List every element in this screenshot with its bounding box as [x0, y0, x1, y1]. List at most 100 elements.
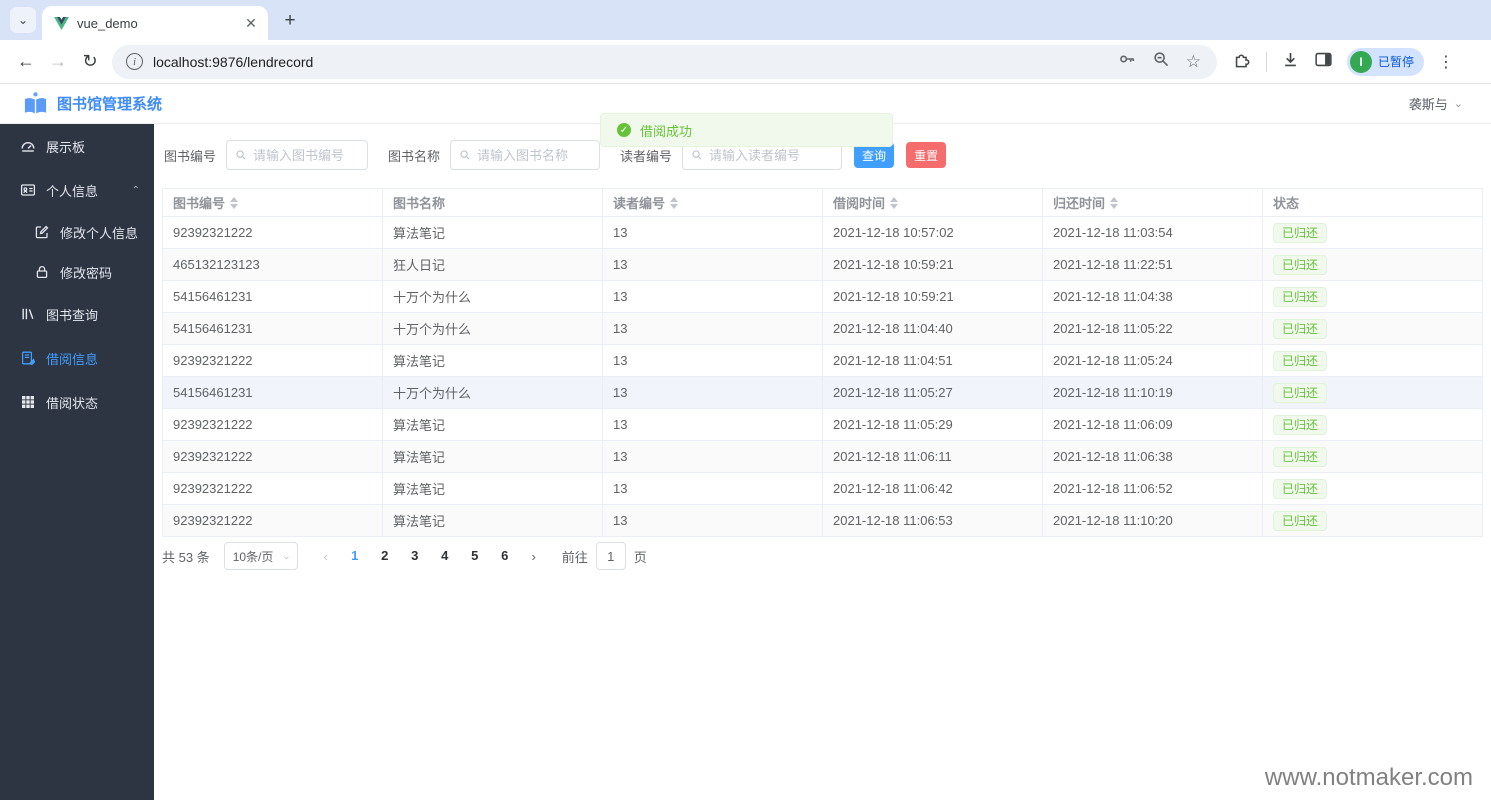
chevron-down-icon: ⌄ [1453, 98, 1463, 110]
total-count: 共 53 条 [162, 549, 210, 565]
tab-title: vue_demo [77, 15, 138, 31]
table-row: 54156461231 十万个为什么 13 2021-12-18 11:05:27 20… [163, 377, 1482, 409]
cell-book-id: 92392321222 [163, 505, 383, 536]
cell-status: 已归还 [1263, 473, 1482, 504]
cell-return-time: 2021-12-18 11:04:38 [1043, 281, 1263, 312]
sidebar-item-dashboard[interactable]: 展示板 [0, 124, 154, 168]
table-row: 54156461231 十万个为什么 13 2021-12-18 11:04:40 20… [163, 313, 1482, 345]
browser-tab[interactable]: vue_demo ✕ [42, 6, 268, 40]
cell-reader-id: 13 [603, 345, 823, 376]
success-toast: ✓ 借阅成功 [600, 113, 893, 147]
cell-status: 已归还 [1263, 313, 1482, 344]
cell-reader-id: 13 [603, 249, 823, 280]
book-id-label: 图书编号 [164, 148, 217, 164]
cell-reader-id: 13 [603, 473, 823, 504]
column-header[interactable]: 读者编号 [603, 189, 823, 216]
forward-icon[interactable]: → [42, 46, 74, 78]
tab-search-chevron-icon[interactable]: ⌄ [10, 7, 36, 33]
sidebar-item-lend-info[interactable]: 借阅信息 [0, 336, 154, 380]
cell-book-id: 92392321222 [163, 345, 383, 376]
page-number-5[interactable]: 5 [461, 542, 489, 570]
page-number-2[interactable]: 2 [371, 542, 399, 570]
column-header-label: 状态 [1273, 196, 1300, 211]
cell-lend-time: 2021-12-18 11:04:51 [823, 345, 1043, 376]
sidebar-item-lend-status[interactable]: 借阅状态 [0, 380, 154, 424]
page-size-select[interactable]: 10条/页 ⌄ [223, 542, 298, 570]
sort-carets-icon[interactable] [670, 196, 679, 209]
new-tab-button[interactable]: + [276, 7, 304, 35]
column-header[interactable]: 图书编号 [163, 189, 383, 216]
page-number-6[interactable]: 6 [491, 542, 519, 570]
table-row: 92392321222 算法笔记 13 2021-12-18 11:06:53 2021… [163, 505, 1482, 537]
column-header[interactable]: 借阅时间 [823, 189, 1043, 216]
status-badge: 已归还 [1273, 446, 1328, 467]
cell-book-name: 算法笔记 [383, 217, 603, 248]
table-row: 92392321222 算法笔记 13 2021-12-18 11:05:29 2021… [163, 409, 1482, 441]
status-badge: 已归还 [1273, 382, 1328, 403]
goto-page-input[interactable] [595, 542, 626, 570]
profile-chip[interactable]: I 已暂停 [1347, 47, 1425, 76]
sidebar-item-label: 修改个人信息 [60, 225, 139, 241]
next-page-icon[interactable]: › [520, 542, 548, 570]
cell-book-name: 十万个为什么 [383, 377, 603, 408]
cell-book-name: 十万个为什么 [383, 313, 603, 344]
browser-menu-kebab-icon[interactable]: ⋮ [1438, 52, 1454, 72]
table-body: 92392321222 算法笔记 13 2021-12-18 10:57:02 2021… [163, 217, 1482, 537]
status-badge: 已归还 [1273, 222, 1328, 243]
sort-carets-icon[interactable] [230, 196, 239, 209]
cell-book-name: 算法笔记 [383, 505, 603, 536]
cell-book-id: 54156461231 [163, 377, 383, 408]
book-id-input[interactable] [253, 147, 368, 163]
zoom-icon[interactable] [1152, 50, 1170, 73]
book-id-field[interactable] [226, 140, 369, 170]
password-key-icon[interactable] [1118, 50, 1136, 73]
sidebar: 展示板 个人信息 ⌃ 修改个人信息 修改密码 图书查询 借阅信息 借阅状态 [0, 124, 154, 800]
page-number-1[interactable]: 1 [341, 542, 369, 570]
reader-id-label: 读者编号 [620, 148, 673, 164]
reset-button[interactable]: 重置 [906, 142, 947, 168]
back-icon[interactable]: ← [10, 46, 42, 78]
status-badge: 已归还 [1273, 286, 1328, 307]
prev-page-icon[interactable]: ‹ [312, 542, 340, 570]
books-icon [20, 306, 36, 322]
downloads-icon[interactable] [1281, 50, 1300, 74]
column-header[interactable]: 归还时间 [1043, 189, 1263, 216]
cell-reader-id: 13 [603, 409, 823, 440]
url-text[interactable]: localhost:9876/lendrecord [153, 54, 1118, 70]
sort-carets-icon[interactable] [890, 196, 899, 209]
sidebar-item-edit-profile[interactable]: 修改个人信息 [0, 212, 154, 252]
book-name-field[interactable] [450, 140, 601, 170]
sidebar-item-label: 借阅状态 [46, 395, 99, 411]
sort-carets-icon[interactable] [1110, 196, 1119, 209]
url-bar[interactable]: i localhost:9876/lendrecord ☆ [112, 44, 1217, 79]
user-menu[interactable]: 袭斯与 ⌄ [1409, 94, 1463, 113]
site-info-icon[interactable]: i [126, 53, 143, 70]
reload-icon[interactable]: ↻ [74, 46, 106, 78]
browser-toolbar: ← → ↻ i localhost:9876/lendrecord ☆ I 已暂… [0, 40, 1491, 84]
cell-reader-id: 13 [603, 217, 823, 248]
sidebar-item-book-search[interactable]: 图书查询 [0, 292, 154, 336]
cell-status: 已归还 [1263, 345, 1482, 376]
side-panel-icon[interactable] [1314, 50, 1333, 74]
cell-return-time: 2021-12-18 11:10:19 [1043, 377, 1263, 408]
cell-return-time: 2021-12-18 11:03:54 [1043, 217, 1263, 248]
cell-book-name: 算法笔记 [383, 473, 603, 504]
reader-id-input[interactable] [709, 147, 842, 163]
username: 袭斯与 [1408, 97, 1448, 112]
main-content: 图书编号 图书名称 读者编号 查询 重置 [154, 124, 1491, 800]
page-number-3[interactable]: 3 [401, 542, 429, 570]
cell-lend-time: 2021-12-18 11:06:11 [823, 441, 1043, 472]
sidebar-item-change-password[interactable]: 修改密码 [0, 252, 154, 292]
book-name-input[interactable] [477, 147, 600, 163]
cell-reader-id: 13 [603, 313, 823, 344]
success-check-icon: ✓ [617, 123, 631, 137]
column-header-label: 读者编号 [613, 196, 666, 211]
tab-close-icon[interactable]: ✕ [242, 14, 260, 32]
page-number-4[interactable]: 4 [431, 542, 459, 570]
bookmark-star-icon[interactable]: ☆ [1186, 52, 1201, 72]
cell-status: 已归还 [1263, 505, 1482, 536]
sidebar-item-profile[interactable]: 个人信息 ⌃ [0, 168, 154, 212]
cell-book-name: 算法笔记 [383, 441, 603, 472]
extensions-puzzle-icon[interactable] [1233, 50, 1252, 74]
grid-icon [20, 394, 36, 410]
